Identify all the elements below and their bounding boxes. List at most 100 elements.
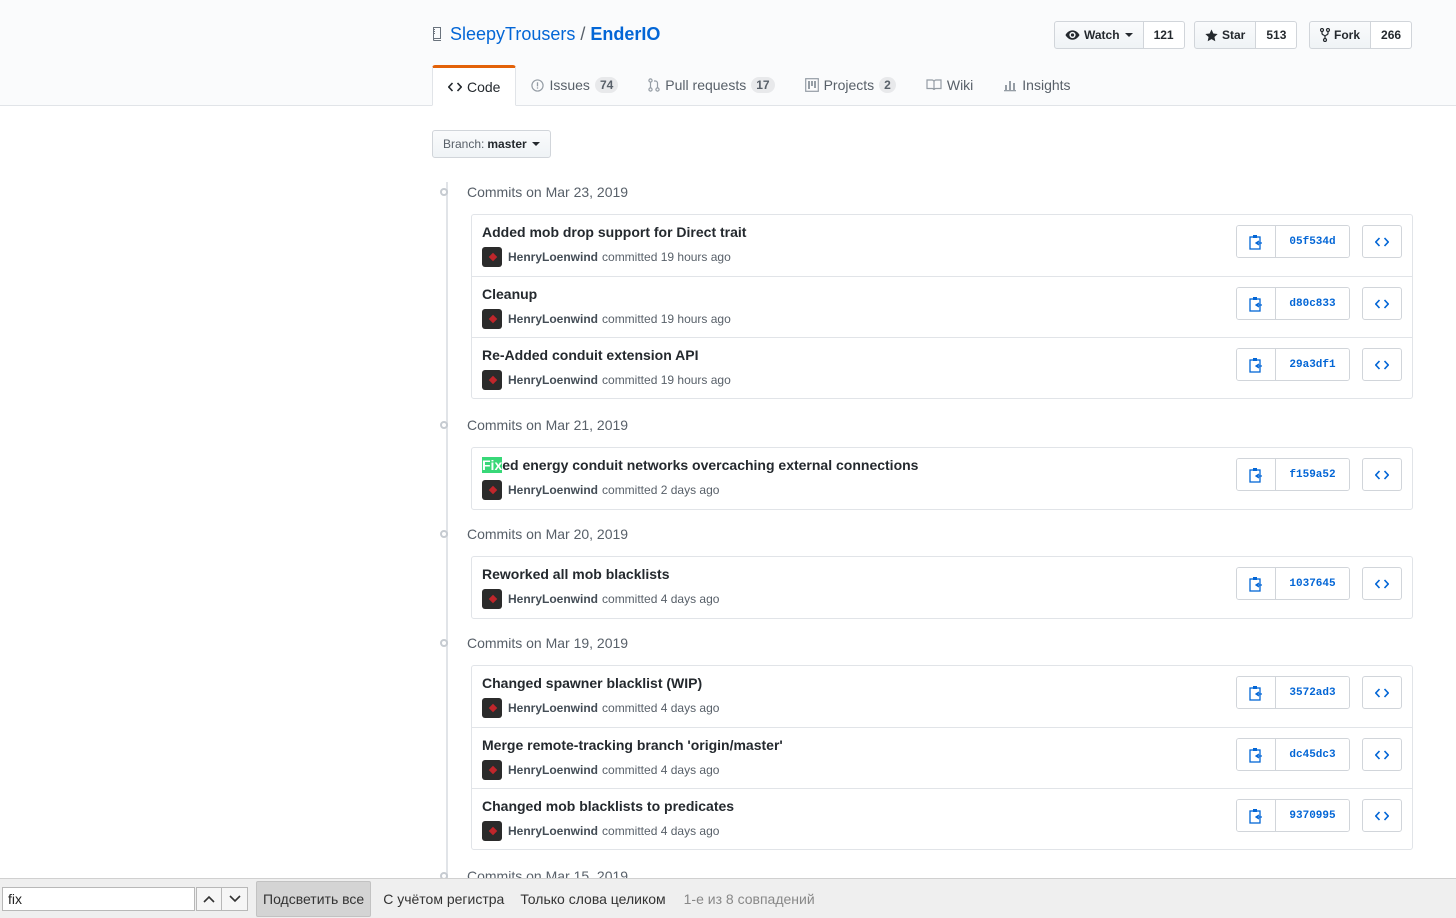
commit-sha-link[interactable]: 1037645: [1276, 568, 1349, 599]
repo-owner-link[interactable]: SleepyTrousers: [450, 24, 575, 45]
commit-author[interactable]: HenryLoenwind: [508, 250, 598, 264]
commit-action: committed: [602, 592, 658, 606]
avatar[interactable]: [482, 309, 502, 329]
copy-sha-button[interactable]: [1237, 226, 1276, 257]
find-status: 1-е из 8 совпадений: [683, 890, 815, 907]
star-button[interactable]: Star: [1194, 21, 1257, 49]
tab-pull-requests[interactable]: Pull requests 17: [633, 65, 789, 105]
browse-tree-button[interactable]: [1362, 348, 1402, 381]
browse-tree-button[interactable]: [1362, 676, 1402, 709]
browse-tree-button[interactable]: [1362, 225, 1402, 258]
commit-group-date: Commits on Mar 23, 2019: [467, 184, 629, 200]
repo-name-link[interactable]: EnderIO: [590, 24, 660, 45]
commit-author[interactable]: HenryLoenwind: [508, 373, 598, 387]
sha-group: 1037645: [1236, 567, 1350, 600]
commit-author[interactable]: HenryLoenwind: [508, 763, 598, 777]
commit-sha-link[interactable]: dc45dc3: [1276, 739, 1349, 770]
match-case-toggle[interactable]: С учётом регистра: [377, 882, 510, 916]
find-input[interactable]: [2, 886, 195, 911]
commit-author[interactable]: HenryLoenwind: [508, 483, 598, 497]
commit-message-link[interactable]: Fixed energy conduit networks overcachin…: [482, 457, 918, 473]
commit-sha-link[interactable]: 29a3df1: [1276, 349, 1349, 380]
repo-book-icon: [433, 27, 441, 41]
commit-message-link[interactable]: Added mob drop support for Direct trait: [482, 224, 746, 240]
whole-words-toggle[interactable]: Только слова целиком: [514, 882, 671, 916]
avatar[interactable]: [482, 821, 502, 841]
commit-group-date: Commits on Mar 19, 2019: [467, 635, 629, 651]
tab-insights-label: Insights: [1022, 77, 1071, 93]
commit-message-link[interactable]: Changed spawner blacklist (WIP): [482, 675, 702, 691]
commit-time: 4 days ago: [660, 701, 720, 715]
commit-group-title: Commits on Mar 20, 2019: [432, 524, 628, 544]
chevron-up-icon: [203, 895, 215, 903]
code-icon: [1375, 469, 1389, 480]
browse-tree-button[interactable]: [1362, 458, 1402, 491]
commit-sha-link[interactable]: 3572ad3: [1276, 677, 1349, 708]
commit-author[interactable]: HenryLoenwind: [508, 824, 598, 838]
avatar[interactable]: [482, 760, 502, 780]
copy-sha-button[interactable]: [1237, 288, 1276, 319]
commit-links: 05f534d: [1236, 225, 1402, 258]
tab-wiki[interactable]: Wiki: [911, 65, 988, 105]
copy-sha-button[interactable]: [1237, 459, 1276, 490]
sha-group: dc45dc3: [1236, 738, 1350, 771]
commit-sha-link[interactable]: f159a52: [1276, 459, 1349, 490]
sha-group: d80c833: [1236, 287, 1350, 320]
tab-projects-label: Projects: [823, 77, 875, 93]
commit-message-link[interactable]: Changed mob blacklists to predicates: [482, 798, 734, 814]
commit-message-link[interactable]: Reworked all mob blacklists: [482, 566, 670, 582]
commit-author[interactable]: HenryLoenwind: [508, 592, 598, 606]
commit-author[interactable]: HenryLoenwind: [508, 701, 598, 715]
commit-author[interactable]: HenryLoenwind: [508, 312, 598, 326]
browse-tree-button[interactable]: [1362, 287, 1402, 320]
commit-links: 9370995: [1236, 799, 1402, 832]
star-count[interactable]: 513: [1256, 21, 1298, 49]
copy-sha-button[interactable]: [1237, 568, 1276, 599]
copy-sha-button[interactable]: [1237, 349, 1276, 380]
commit-message-link[interactable]: Re-Added conduit extension API: [482, 347, 699, 363]
tab-projects[interactable]: Projects 2: [790, 65, 911, 105]
tab-insights[interactable]: Insights: [988, 65, 1085, 105]
avatar[interactable]: [482, 589, 502, 609]
commit-sha-link[interactable]: 05f534d: [1276, 226, 1349, 257]
commit-sha-link[interactable]: d80c833: [1276, 288, 1349, 319]
watch-button[interactable]: Watch: [1054, 21, 1144, 49]
avatar[interactable]: [482, 698, 502, 718]
avatar[interactable]: [482, 247, 502, 267]
commit-links: 1037645: [1236, 567, 1402, 600]
commit-sha-link[interactable]: 9370995: [1276, 800, 1349, 831]
copy-sha-button[interactable]: [1237, 800, 1276, 831]
commit-group-date: Commits on Mar 21, 2019: [467, 417, 629, 433]
commit-meta: HenryLoenwind committed 4 days ago: [482, 698, 719, 718]
find-next-button[interactable]: [222, 886, 248, 911]
book-icon: [926, 79, 942, 91]
tab-issues[interactable]: Issues 74: [516, 65, 633, 105]
commit-links: 3572ad3: [1236, 676, 1402, 709]
repo-title: SleepyTrousers / EnderIO: [432, 22, 660, 46]
browse-tree-button[interactable]: [1362, 799, 1402, 832]
browse-tree-button[interactable]: [1362, 567, 1402, 600]
highlight-all-toggle[interactable]: Подсветить все: [256, 880, 372, 917]
copy-sha-button[interactable]: [1237, 739, 1276, 770]
issues-counter: 74: [594, 77, 619, 93]
commit-group: Changed spawner blacklist (WIP) HenryLoe…: [471, 665, 1413, 850]
repo-nav: Code Issues 74 Pull requests 17 Projects…: [432, 65, 1086, 106]
copy-sha-button[interactable]: [1237, 677, 1276, 708]
avatar[interactable]: [482, 370, 502, 390]
clipboard-icon: [1249, 467, 1262, 483]
commit-message-rest: ed energy conduit networks overcaching e…: [502, 457, 919, 473]
watch-count[interactable]: 121: [1143, 21, 1185, 49]
commit-message-link[interactable]: Merge remote-tracking branch 'origin/mas…: [482, 737, 783, 753]
star-action: Star 513: [1194, 21, 1298, 49]
commit-row: Added mob drop support for Direct trait …: [472, 215, 1412, 276]
branch-select-button[interactable]: Branch: master: [432, 130, 551, 158]
fork-count[interactable]: 266: [1371, 21, 1413, 49]
avatar[interactable]: [482, 480, 502, 500]
fork-button[interactable]: Fork: [1309, 21, 1372, 49]
tab-code[interactable]: Code: [432, 65, 517, 106]
commit-message-link[interactable]: Cleanup: [482, 286, 537, 302]
browse-tree-button[interactable]: [1362, 738, 1402, 771]
commit-time: 19 hours ago: [660, 250, 731, 264]
commit-action: committed: [602, 824, 658, 838]
find-previous-button[interactable]: [196, 886, 222, 911]
